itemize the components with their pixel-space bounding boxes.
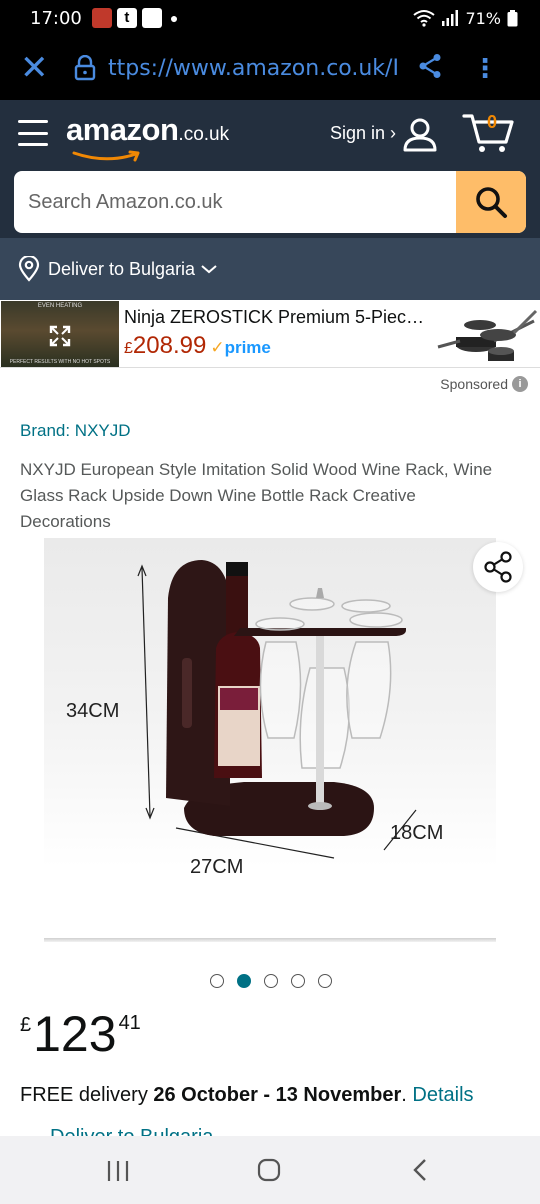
- expand-icon[interactable]: [49, 325, 71, 347]
- share-icon: [484, 551, 512, 583]
- browser-toolbar: ✕ ttps://www.amazon.co.uk/I ⋮: [0, 36, 540, 100]
- info-icon[interactable]: i: [512, 376, 528, 392]
- ad-price-currency: £: [124, 340, 133, 357]
- product-image[interactable]: 34CM 18CM 27CM: [44, 538, 496, 878]
- sign-in-link[interactable]: Sign in ›: [330, 123, 396, 144]
- more-options-icon[interactable]: ⋮: [472, 53, 498, 84]
- system-navigation-bar: [0, 1136, 540, 1204]
- amazon-header: amazon.co.uk Sign in › 0: [0, 100, 540, 238]
- share-product-button[interactable]: [473, 542, 523, 592]
- home-icon[interactable]: [257, 1158, 281, 1182]
- carousel-dot-active[interactable]: [237, 974, 251, 988]
- delivery-dates: 26 October - 13 November: [153, 1084, 402, 1106]
- close-tab-icon[interactable]: ✕: [20, 48, 70, 88]
- dimension-depth-label: 18CM: [390, 822, 444, 844]
- sponsored-label[interactable]: Sponsored i: [440, 376, 528, 392]
- delivery-details-link[interactable]: Details: [412, 1084, 473, 1106]
- ad-title[interactable]: Ninja ZEROSTICK Premium 5-Piec…: [124, 307, 434, 328]
- smile-arrow-icon: [72, 150, 140, 162]
- battery-percent: 71%: [465, 8, 501, 28]
- delivery-info: FREE delivery 26 October - 13 November. …: [20, 1084, 474, 1107]
- dimension-height-label: 34CM: [66, 700, 120, 722]
- status-time: 17:00: [30, 7, 82, 29]
- cart-count: 0: [487, 112, 498, 132]
- url-field[interactable]: ttps://www.amazon.co.uk/I: [108, 56, 400, 81]
- sponsored-text: Sponsored: [440, 376, 508, 392]
- delivery-separator: .: [401, 1084, 413, 1106]
- signal-icon: [442, 10, 459, 26]
- back-icon[interactable]: [412, 1158, 428, 1182]
- product-price: £ 123 41: [20, 1006, 141, 1062]
- deliver-to-bar[interactable]: Deliver to Bulgaria: [0, 238, 540, 300]
- search-input[interactable]: [14, 171, 456, 233]
- dimension-width-label: 27CM: [190, 856, 244, 878]
- product-title: NXYJD European Style Imitation Solid Woo…: [20, 460, 493, 531]
- image-carousel-dots[interactable]: [210, 974, 332, 988]
- brand-link[interactable]: Brand: NXYJD: [20, 421, 131, 441]
- ad-video-thumbnail[interactable]: EVEN HEATING PERFECT RESULTS WITH NO HOT…: [1, 300, 119, 367]
- search-bar: [14, 171, 526, 233]
- ad-price: £ 208.99 ✓prime: [124, 332, 434, 360]
- app-notification-icon: [91, 8, 112, 28]
- search-icon: [476, 187, 507, 218]
- notification-icons: t: [91, 8, 162, 28]
- image-divider: [44, 938, 496, 942]
- share-icon[interactable]: [418, 53, 442, 84]
- more-notifications-dot: ●: [169, 10, 179, 26]
- status-right: 71%: [413, 9, 518, 28]
- battery-icon: [507, 9, 518, 26]
- account-icon[interactable]: [402, 116, 438, 152]
- chevron-down-icon: [201, 265, 217, 274]
- status-bar: 17:00 t ● 71%: [0, 0, 540, 36]
- deliver-to-label: Deliver to Bulgaria: [48, 258, 196, 279]
- price-whole: 123: [33, 1006, 117, 1062]
- lock-icon[interactable]: [70, 55, 100, 81]
- tumblr-notification-icon: t: [116, 8, 137, 28]
- amazon-logo[interactable]: amazon.co.uk: [66, 112, 230, 162]
- sponsored-ad-banner[interactable]: EVEN HEATING PERFECT RESULTS WITH NO HOT…: [0, 300, 540, 368]
- carousel-dot[interactable]: [318, 974, 332, 988]
- recent-apps-icon[interactable]: [106, 1160, 130, 1182]
- price-fraction: 41: [118, 1012, 141, 1034]
- menu-icon[interactable]: [18, 120, 48, 146]
- wifi-icon: [413, 10, 436, 27]
- ad-video-caption-top: EVEN HEATING: [37, 302, 83, 309]
- carousel-dot[interactable]: [291, 974, 305, 988]
- carousel-dot[interactable]: [264, 974, 278, 988]
- ad-video-caption-bottom: PERFECT RESULTS WITH NO HOT SPOTS: [9, 358, 111, 365]
- search-button[interactable]: [456, 171, 526, 233]
- prime-badge: ✓prime: [210, 338, 271, 357]
- logo-word: amazon: [66, 112, 179, 147]
- ad-text: Ninja ZEROSTICK Premium 5-Piec… £ 208.99…: [124, 307, 434, 360]
- location-pin-icon: [18, 256, 40, 282]
- price-currency: £: [20, 1014, 32, 1036]
- logo-tld: .co.uk: [178, 124, 230, 145]
- ad-price-amount: 208.99: [132, 332, 207, 359]
- gallery-notification-icon: [141, 8, 162, 28]
- cookware-product-image: [437, 309, 538, 361]
- delivery-prefix: FREE delivery: [20, 1084, 154, 1106]
- carousel-dot[interactable]: [210, 974, 224, 988]
